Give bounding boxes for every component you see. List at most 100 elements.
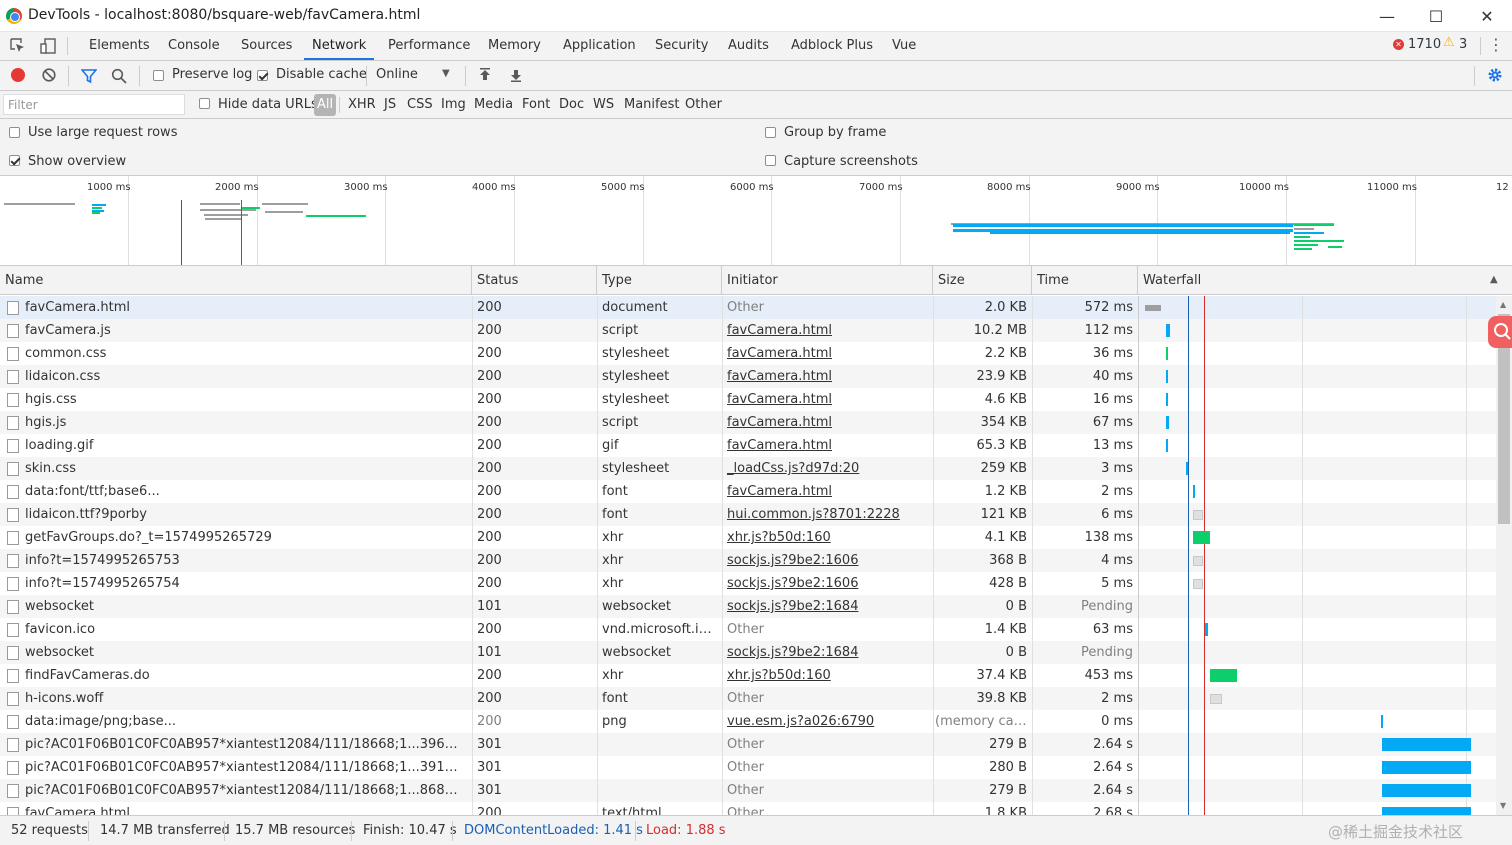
tab-security[interactable]: Security xyxy=(655,32,708,60)
search-icon[interactable] xyxy=(1488,316,1512,348)
table-row[interactable]: getFavGroups.do?_t=1574995265729 200 xhr xh… xyxy=(0,526,1496,549)
maximize-button[interactable]: ☐ xyxy=(1411,0,1461,32)
disable-cache-label[interactable]: Disable cache xyxy=(276,67,367,82)
tab-performance[interactable]: Performance xyxy=(388,32,470,60)
waterfall-bar[interactable] xyxy=(1193,531,1210,544)
filter-type-img[interactable]: Img xyxy=(441,97,466,112)
filter-type-css[interactable]: CSS xyxy=(407,97,433,112)
table-row[interactable]: lidaicon.ttf?9porby 200 font hui.common.js?… xyxy=(0,503,1496,526)
waterfall-bar[interactable] xyxy=(1193,509,1203,520)
request-initiator[interactable]: _loadCss.js?d97d:20 xyxy=(727,457,927,480)
network-overview[interactable]: 1000 ms 2000 ms 3000 ms 4000 ms 5000 ms … xyxy=(0,176,1512,266)
scroll-down-icon[interactable]: ▼ xyxy=(1500,801,1506,810)
preserve-log-checkbox[interactable] xyxy=(153,70,164,81)
search-icon[interactable] xyxy=(111,68,127,84)
import-har-icon[interactable] xyxy=(478,68,492,82)
large-rows-checkbox[interactable] xyxy=(9,127,20,138)
filter-type-manifest[interactable]: Manifest xyxy=(624,97,679,112)
column-header-size[interactable]: Size xyxy=(933,266,1032,295)
more-menu-icon[interactable]: ⋮ xyxy=(1488,36,1504,56)
request-initiator[interactable]: favCamera.html xyxy=(727,319,927,342)
throttling-select[interactable]: Online xyxy=(376,67,418,82)
minimize-button[interactable]: — xyxy=(1362,0,1412,32)
record-icon[interactable] xyxy=(11,68,25,82)
column-header-waterfall[interactable]: Waterfall xyxy=(1138,266,1512,295)
request-initiator[interactable]: hui.common.js?8701:2228 xyxy=(727,503,927,526)
tab-vue[interactable]: Vue xyxy=(892,32,916,60)
table-row[interactable]: favCamera.html 200 document Other 2.0 KB 572 … xyxy=(0,296,1496,319)
waterfall-bar[interactable] xyxy=(1382,738,1471,751)
tab-adblock-plus[interactable]: Adblock Plus xyxy=(791,32,873,60)
gear-icon[interactable] xyxy=(1487,67,1503,83)
waterfall-bar[interactable] xyxy=(1186,462,1188,475)
request-initiator[interactable]: vue.esm.js?a026:6790 xyxy=(727,710,927,733)
capture-screenshots-label[interactable]: Capture screenshots xyxy=(784,154,918,169)
waterfall-bar[interactable] xyxy=(1382,807,1471,815)
large-rows-label[interactable]: Use large request rows xyxy=(28,125,177,140)
show-overview-checkbox[interactable] xyxy=(9,155,20,166)
column-header-status[interactable]: Status xyxy=(472,266,597,295)
scroll-up-icon[interactable]: ▲ xyxy=(1500,300,1506,309)
table-row[interactable]: pic?AC01F06B01C0FC0AB957*xiantest12084/1… xyxy=(0,779,1496,802)
tab-elements[interactable]: Elements xyxy=(89,32,150,60)
table-row[interactable]: data:image/png;base... 200 png vue.esm.js?a… xyxy=(0,710,1496,733)
disable-cache-checkbox[interactable] xyxy=(257,70,268,81)
waterfall-bar[interactable] xyxy=(1166,393,1168,406)
table-row[interactable]: findFavCameras.do 200 xhr xhr.js?b50d:160 37… xyxy=(0,664,1496,687)
vertical-scrollbar[interactable]: ▲ ▼ xyxy=(1496,296,1512,815)
preserve-log-label[interactable]: Preserve log xyxy=(172,67,252,82)
warning-count[interactable]: 3 xyxy=(1459,37,1467,52)
sort-arrow-icon[interactable]: ▲ xyxy=(1490,274,1498,285)
filter-type-all[interactable]: All xyxy=(314,94,337,116)
waterfall-bar[interactable] xyxy=(1166,347,1168,360)
filter-icon[interactable] xyxy=(80,68,98,84)
table-row[interactable]: loading.gif 200 gif favCamera.html 65.3 KB 13… xyxy=(0,434,1496,457)
tab-application[interactable]: Application xyxy=(563,32,636,60)
group-by-frame-checkbox[interactable] xyxy=(765,127,776,138)
filter-input[interactable] xyxy=(3,94,185,115)
filter-type-font[interactable]: Font xyxy=(522,97,550,112)
tab-audits[interactable]: Audits xyxy=(728,32,769,60)
request-initiator[interactable]: favCamera.html xyxy=(727,434,927,457)
group-by-frame-label[interactable]: Group by frame xyxy=(784,125,886,140)
show-overview-label[interactable]: Show overview xyxy=(28,154,126,169)
inspect-element-icon[interactable] xyxy=(9,37,27,55)
waterfall-bar[interactable] xyxy=(1382,784,1471,797)
table-row[interactable]: pic?AC01F06B01C0FC0AB957*xiantest12084/1… xyxy=(0,733,1496,756)
waterfall-bar[interactable] xyxy=(1145,304,1161,311)
request-initiator[interactable]: xhr.js?b50d:160 xyxy=(727,526,927,549)
table-row[interactable]: favCamera.html 200 text/html Other 1.8 KB 2.6… xyxy=(0,802,1496,815)
request-initiator[interactable]: sockjs.js?9be2:1606 xyxy=(727,549,927,572)
waterfall-bar[interactable] xyxy=(1166,370,1168,383)
table-row[interactable]: websocket 101 websocket sockjs.js?9be2:1684… xyxy=(0,595,1496,618)
table-row[interactable]: common.css 200 stylesheet favCamera.html 2.2… xyxy=(0,342,1496,365)
hide-data-urls-label[interactable]: Hide data URLs xyxy=(218,97,318,112)
table-row[interactable]: skin.css 200 stylesheet _loadCss.js?d97d:20… xyxy=(0,457,1496,480)
tab-network[interactable]: Network xyxy=(304,32,375,60)
filter-type-doc[interactable]: Doc xyxy=(559,97,584,112)
tab-sources[interactable]: Sources xyxy=(241,32,292,60)
waterfall-bar[interactable] xyxy=(1381,715,1383,728)
request-initiator[interactable]: xhr.js?b50d:160 xyxy=(727,664,927,687)
request-initiator[interactable]: favCamera.html xyxy=(727,365,927,388)
request-initiator[interactable]: favCamera.html xyxy=(727,342,927,365)
waterfall-bar[interactable] xyxy=(1166,416,1169,429)
error-count[interactable]: 1710 xyxy=(1408,37,1441,52)
waterfall-bar[interactable] xyxy=(1193,555,1203,566)
filter-type-other[interactable]: Other xyxy=(685,97,722,112)
request-initiator[interactable]: sockjs.js?9be2:1684 xyxy=(727,595,927,618)
column-header-time[interactable]: Time xyxy=(1032,266,1138,295)
waterfall-bar[interactable] xyxy=(1205,623,1208,636)
filter-type-ws[interactable]: WS xyxy=(593,97,614,112)
table-row[interactable]: pic?AC01F06B01C0FC0AB957*xiantest12084/1… xyxy=(0,756,1496,779)
table-row[interactable]: hgis.css 200 stylesheet favCamera.html 4.6 K… xyxy=(0,388,1496,411)
table-row[interactable]: lidaicon.css 200 stylesheet favCamera.html 2… xyxy=(0,365,1496,388)
hide-data-urls-checkbox[interactable] xyxy=(199,98,210,109)
close-button[interactable]: ✕ xyxy=(1462,0,1512,32)
table-row[interactable]: info?t=1574995265753 200 xhr sockjs.js?9be2… xyxy=(0,549,1496,572)
table-row[interactable]: info?t=1574995265754 200 xhr sockjs.js?9be2… xyxy=(0,572,1496,595)
table-row[interactable]: hgis.js 200 script favCamera.html 354 KB 67 m… xyxy=(0,411,1496,434)
column-header-type[interactable]: Type xyxy=(597,266,722,295)
capture-screenshots-checkbox[interactable] xyxy=(765,155,776,166)
request-initiator[interactable]: favCamera.html xyxy=(727,388,927,411)
